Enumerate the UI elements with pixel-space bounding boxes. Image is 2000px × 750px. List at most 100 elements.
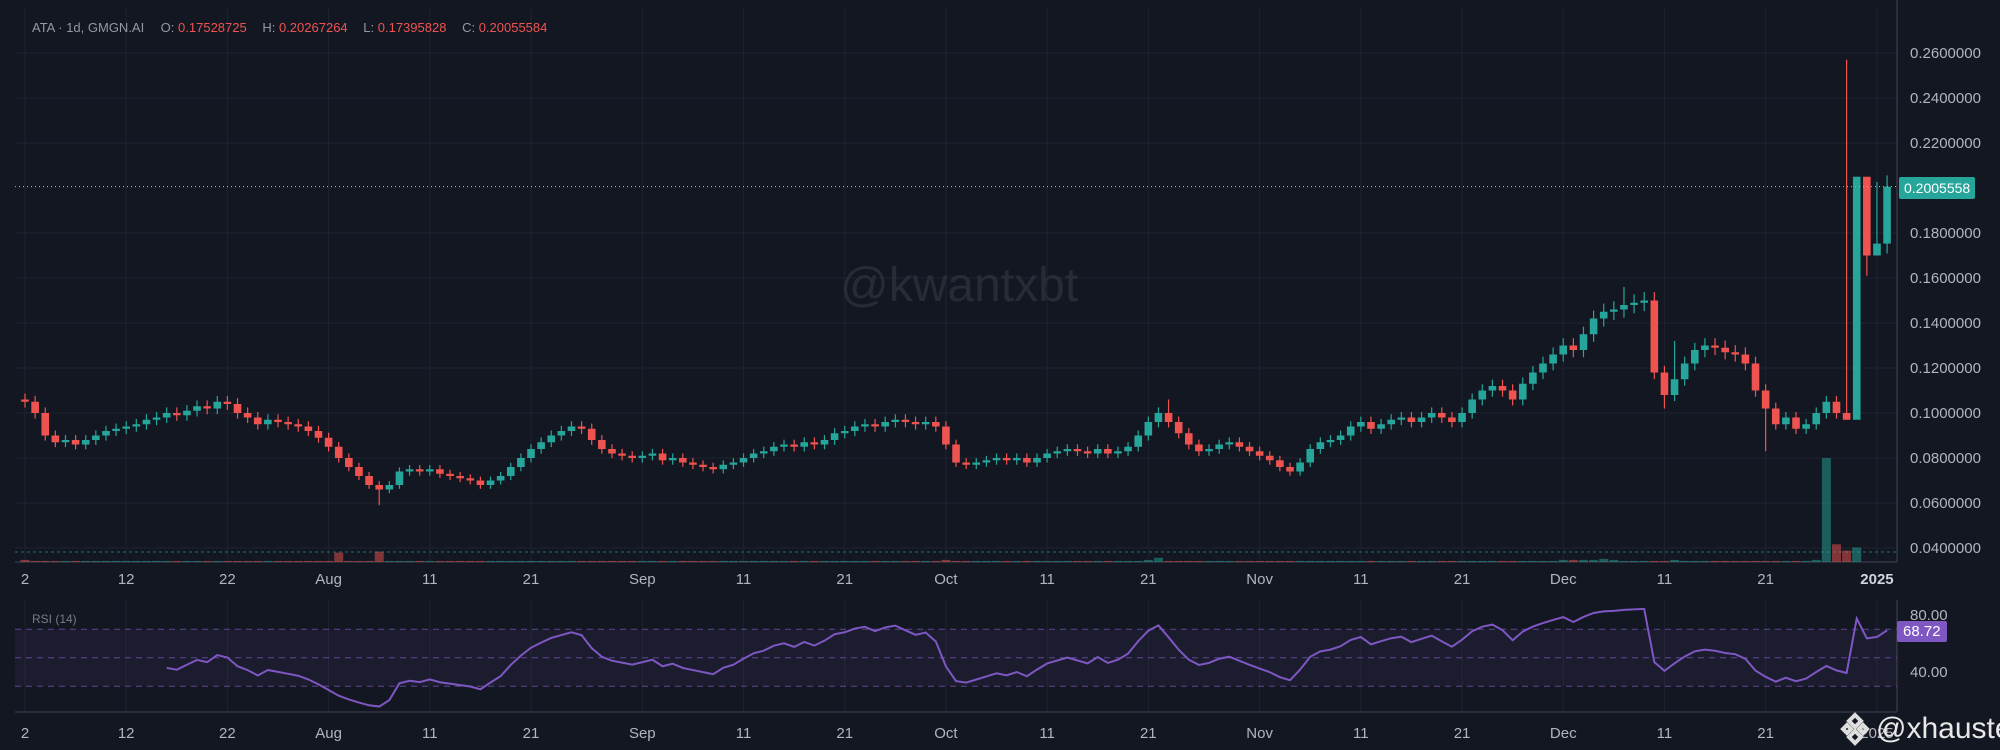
candle-body xyxy=(1195,444,1203,452)
volume-bar xyxy=(627,560,637,562)
price-tick-label: 0.1400000 xyxy=(1910,315,1981,332)
candle-body xyxy=(749,453,758,458)
candle-body xyxy=(1488,386,1497,391)
volume-bar xyxy=(1143,559,1153,562)
candle-body xyxy=(800,442,809,447)
volume-bar xyxy=(1751,560,1761,562)
volume-bar xyxy=(850,560,860,562)
volume-bar xyxy=(202,560,212,562)
candle-body xyxy=(1377,424,1385,429)
rsi-time-axis-label: 21 xyxy=(1140,725,1157,742)
candle-body xyxy=(618,453,626,456)
candle-body xyxy=(679,458,687,463)
time-axis-label: Sep xyxy=(629,571,656,588)
candle-body xyxy=(739,458,748,463)
volume-bar xyxy=(425,560,435,562)
volume-bar xyxy=(637,560,647,562)
volume-bar xyxy=(172,560,182,562)
candle-body xyxy=(851,426,859,431)
rsi-tick-label: 40.00 xyxy=(1910,664,1948,681)
candle-body xyxy=(1478,390,1487,400)
candle-body xyxy=(1802,424,1810,429)
volume-bar xyxy=(779,560,789,562)
volume-bar xyxy=(1710,560,1720,562)
open-value: 0.17528725 xyxy=(178,20,247,35)
candle-body xyxy=(1691,350,1699,364)
volume-bar xyxy=(1275,560,1285,562)
time-axis-label: 2 xyxy=(21,571,29,588)
candle-body xyxy=(770,446,778,452)
volume-bar xyxy=(1771,560,1781,562)
candle-body xyxy=(385,485,394,490)
candle-body xyxy=(1012,458,1021,461)
volume-bar xyxy=(192,560,202,562)
volume-bar xyxy=(1558,559,1568,562)
volume-bar xyxy=(992,560,1002,562)
candle-body xyxy=(405,469,414,472)
candle-body xyxy=(719,464,728,470)
volume-bar xyxy=(394,560,404,562)
candle-body xyxy=(891,419,900,422)
volume-bar xyxy=(728,560,738,562)
volume-bar xyxy=(708,560,718,562)
volume-bar xyxy=(1811,559,1821,562)
candle-body xyxy=(1185,433,1193,445)
candle-body xyxy=(1245,446,1254,452)
volume-bar xyxy=(374,551,384,562)
candle-body xyxy=(972,462,981,465)
price-chart[interactable]: 0.2600000 0.2400000 0.2200000 0.1800000 0.16… xyxy=(0,0,2000,750)
volume-bar xyxy=(1295,560,1305,562)
candle-body xyxy=(587,428,596,440)
volume-bar xyxy=(1285,560,1295,562)
candle-body xyxy=(780,444,788,447)
candle-body xyxy=(1741,354,1750,364)
volume-bar xyxy=(1234,560,1244,562)
volume-bar xyxy=(1224,560,1234,562)
time-axis-label: 21 xyxy=(523,571,540,588)
candle-body xyxy=(1680,363,1689,380)
watermark: @kwantxbt xyxy=(840,259,1079,312)
candle-body xyxy=(173,413,181,416)
rsi-time-axis-label: 22 xyxy=(219,725,236,742)
volume-bar xyxy=(1589,559,1599,562)
volume-bar xyxy=(1093,560,1103,562)
rsi-time-axis-label: Aug xyxy=(315,725,342,742)
candle-body xyxy=(517,458,525,467)
volume-bar xyxy=(1356,560,1366,562)
candle-body xyxy=(71,440,80,445)
open-label: O: xyxy=(160,20,175,35)
candle-body xyxy=(466,478,475,481)
price-tick-label: 0.1600000 xyxy=(1910,270,1981,287)
volume-bar xyxy=(1366,560,1376,562)
time-axis-label: Dec xyxy=(1550,571,1577,588)
candle-body xyxy=(1387,419,1395,425)
candle-body xyxy=(567,426,576,431)
candle-body xyxy=(1569,345,1578,350)
volume-bar xyxy=(647,560,657,562)
volume-bar xyxy=(941,559,951,562)
volume-bar xyxy=(1376,560,1386,562)
candle-body xyxy=(1093,449,1102,454)
volume-bar xyxy=(1791,560,1801,562)
volume-bar xyxy=(344,560,354,562)
volume-bar xyxy=(1831,544,1841,562)
candle-body xyxy=(557,431,566,436)
rsi-time-axis-label: Nov xyxy=(1246,725,1273,742)
rsi-time-axis-label: 2 xyxy=(21,725,29,742)
volume-bar xyxy=(1305,560,1315,562)
volume-bar xyxy=(890,560,900,562)
time-axis-label: 11 xyxy=(736,571,752,588)
price-tick-label: 0.0800000 xyxy=(1910,450,1981,467)
price-tick-label: 0.0400000 xyxy=(1910,540,1981,557)
candle-body xyxy=(1701,345,1709,350)
candle-body xyxy=(1670,379,1679,395)
volume-bar xyxy=(152,560,162,562)
candle-body xyxy=(1276,460,1284,467)
candle-body xyxy=(668,458,677,461)
candle-body xyxy=(1114,451,1122,454)
volume-bar xyxy=(1123,560,1133,562)
candle-body xyxy=(1296,462,1304,472)
candle-body xyxy=(345,458,353,467)
candle-body xyxy=(1579,334,1588,350)
rsi-time-axis-label: 21 xyxy=(523,725,540,742)
